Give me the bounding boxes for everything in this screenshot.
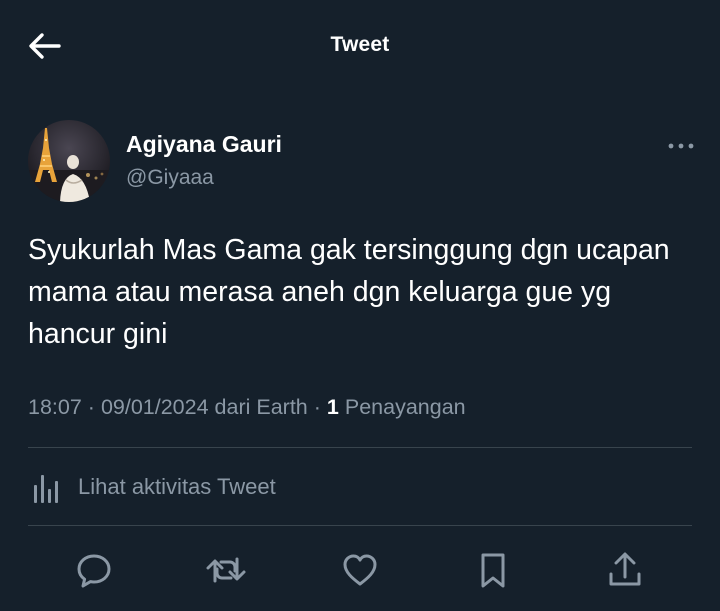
author-handle[interactable]: @Giyaaa [126,166,214,190]
tweet-time[interactable]: 18:07 [28,395,82,419]
tweet-source: dari Earth [214,395,308,419]
views-label: Penayangan [344,395,466,419]
more-options-icon [668,143,694,149]
like-button[interactable] [338,548,382,592]
heart-icon [343,554,377,586]
tweet-text: Syukurlah Mas Gama gak tersinggung dgn u… [28,234,670,350]
retweet-icon [206,557,246,583]
divider [28,447,692,448]
profile-photo-eiffel-tower-night [28,120,110,202]
more-options-button[interactable] [664,134,698,158]
tweet-meta: 18:07 · 09/01/2024 dari Earth · 1 Penaya… [28,395,466,420]
avatar[interactable] [28,120,110,202]
share-icon [609,552,641,586]
tweet-date[interactable]: 09/01/2024 [101,395,209,419]
analytics-bars-icon [34,475,58,503]
divider [28,525,692,526]
bookmark-icon [481,553,505,588]
reply-icon [77,554,111,588]
views-count: 1 [326,395,339,419]
top-bar: Tweet [0,0,720,92]
page-title: Tweet [330,33,390,56]
tweet-activity-link[interactable]: Lihat aktivitas Tweet [28,466,276,508]
bookmark-button[interactable] [471,548,515,592]
meta-separator: · [313,395,321,419]
reply-button[interactable] [72,548,116,592]
author-name[interactable]: Agiyana Gauri [126,131,282,158]
meta-separator: · [87,395,95,419]
tweet-activity-label: Lihat aktivitas Tweet [78,474,276,499]
share-button[interactable] [603,548,647,592]
retweet-button[interactable] [204,548,248,592]
tweet-action-bar [0,540,720,600]
